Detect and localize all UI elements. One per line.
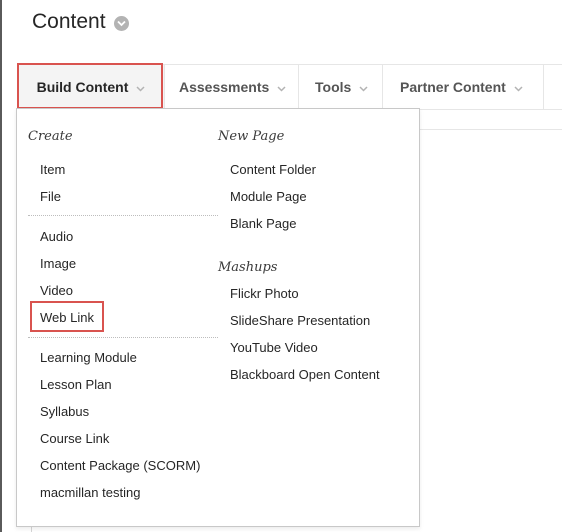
menu-item-blank-page[interactable]: Blank Page [230, 216, 297, 231]
section-heading-new-page: New Page [218, 129, 285, 144]
menu-item-youtube-video[interactable]: YouTube Video [230, 340, 318, 355]
left-border [0, 0, 2, 532]
menu-divider [28, 215, 218, 216]
menu-item-learning-module[interactable]: Learning Module [40, 350, 137, 365]
section-heading-create: Create [28, 129, 73, 144]
tab-label: Tools [315, 79, 352, 95]
tab-divider [298, 65, 299, 109]
tab-divider [543, 65, 544, 109]
menu-item-syllabus[interactable]: Syllabus [40, 404, 89, 419]
chevron-down-icon[interactable] [113, 15, 129, 31]
menu-item-flickr-photo[interactable]: Flickr Photo [230, 286, 299, 301]
page-title: Content [32, 10, 129, 34]
tab-assessments[interactable]: Assessments [179, 65, 286, 109]
caret-down-icon [277, 79, 286, 95]
tab-label: Partner Content [400, 79, 506, 95]
tab-tools[interactable]: Tools [315, 65, 368, 109]
tab-divider [164, 65, 165, 109]
menu-item-file[interactable]: File [40, 189, 61, 204]
caret-down-icon [359, 79, 368, 95]
section-heading-mashups: Mashups [218, 260, 278, 275]
content-area-rule [420, 129, 562, 130]
tab-partner-content[interactable]: Partner Content [400, 65, 523, 109]
menu-item-course-link[interactable]: Course Link [40, 431, 109, 446]
menu-item-content-package[interactable]: Content Package (SCORM) [40, 458, 200, 473]
menu-item-item[interactable]: Item [40, 162, 65, 177]
menu-item-image[interactable]: Image [40, 256, 76, 271]
caret-down-icon [514, 79, 523, 95]
build-content-highlight [17, 63, 163, 109]
menu-item-video[interactable]: Video [40, 283, 73, 298]
menu-divider [28, 337, 218, 338]
tab-divider [382, 65, 383, 109]
menu-item-module-page[interactable]: Module Page [230, 189, 307, 204]
page-title-text: Content [32, 10, 106, 33]
tab-label: Assessments [179, 79, 270, 95]
menu-item-blackboard-open-content[interactable]: Blackboard Open Content [230, 367, 380, 382]
menu-item-slideshare[interactable]: SlideShare Presentation [230, 313, 370, 328]
build-content-menu: Create Item File Audio Image Video Web L… [16, 108, 420, 527]
web-link-highlight [30, 301, 104, 332]
menu-item-content-folder[interactable]: Content Folder [230, 162, 316, 177]
menu-item-lesson-plan[interactable]: Lesson Plan [40, 377, 112, 392]
menu-item-macmillan-testing[interactable]: macmillan testing [40, 485, 140, 500]
menu-item-audio[interactable]: Audio [40, 229, 73, 244]
